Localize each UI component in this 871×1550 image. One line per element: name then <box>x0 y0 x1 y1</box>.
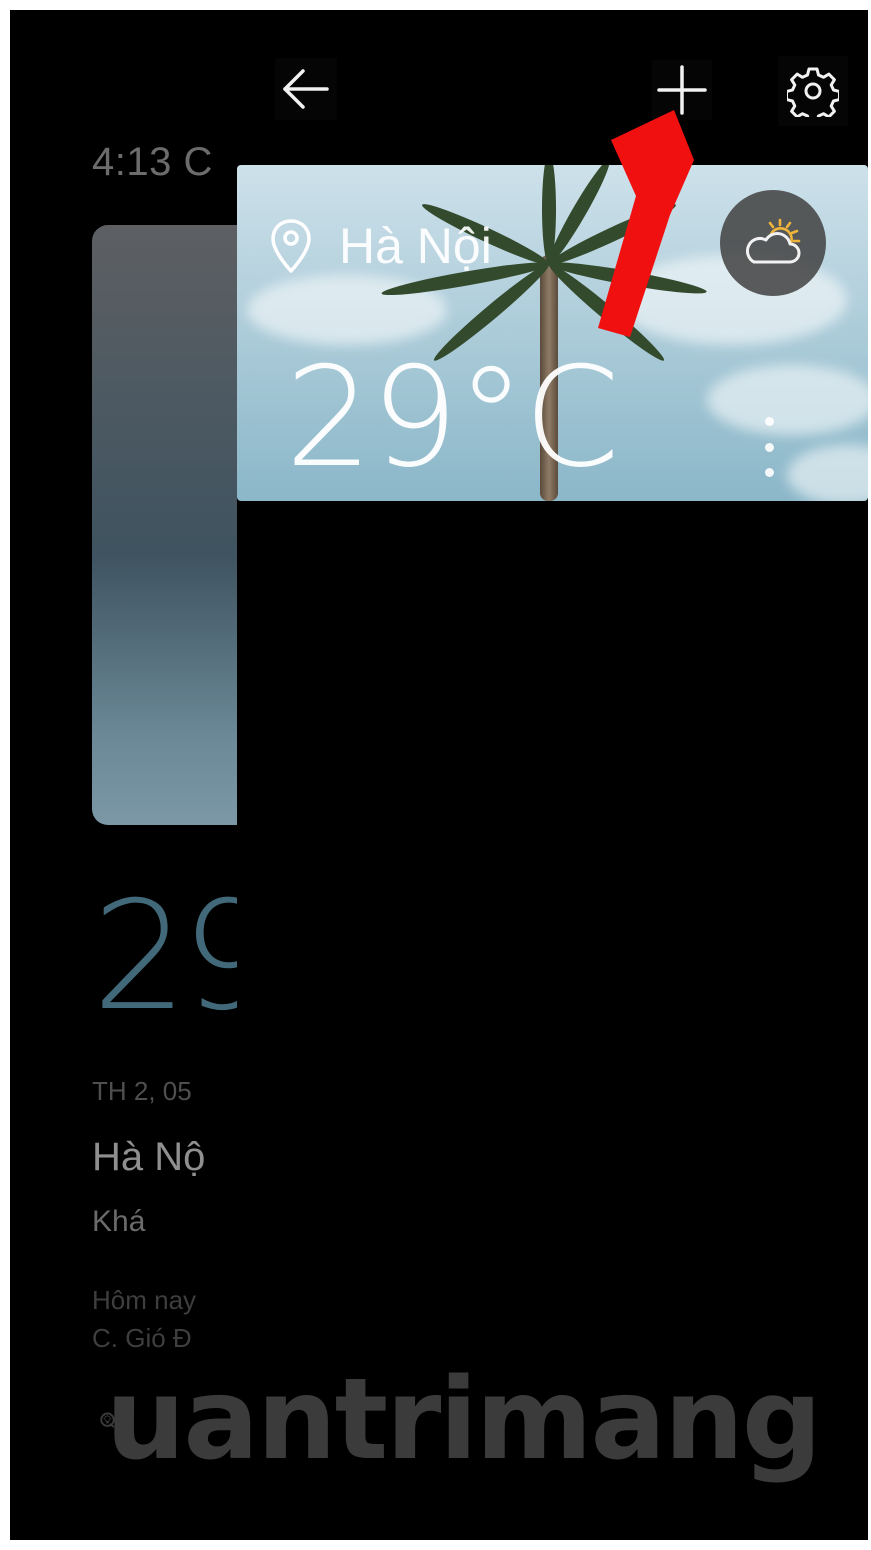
plus-icon <box>657 65 707 115</box>
card-temperature: 29°C <box>285 337 620 498</box>
watermark-text: uantrimang <box>105 1355 822 1485</box>
more-vertical-icon-dot <box>764 468 774 477</box>
main-condition: Khá <box>92 1205 146 1238</box>
more-vertical-icon-dot <box>764 442 774 452</box>
card-cloud <box>707 365 868 435</box>
main-description-line1: Hôm nay <box>92 1285 197 1315</box>
card-location-row: Hà Nội <box>269 217 492 275</box>
city-weather-card[interactable]: Hà Nội 29°C <box>237 165 868 501</box>
card-cloud <box>787 445 868 501</box>
city-list-drawer: Hà Nội 29°C <box>237 10 868 1540</box>
gear-icon <box>787 67 839 117</box>
location-pin-icon <box>271 219 311 273</box>
partly-cloudy-icon <box>745 218 801 264</box>
card-city-name: Hà Nội <box>339 218 492 274</box>
card-weather-condition-button[interactable] <box>720 190 826 296</box>
more-vertical-icon-dot <box>764 417 774 426</box>
card-more-button[interactable] <box>757 417 781 477</box>
app-screen: 4:13 C 29 TH 2, 05 Hà Nộ Khá Hôm nay C. … <box>10 10 868 1540</box>
main-city-name: Hà Nộ <box>92 1135 206 1179</box>
main-date: TH 2, 05 <box>92 1076 192 1106</box>
status-time: 4:13 C <box>92 140 213 184</box>
arrow-left-icon <box>283 69 329 109</box>
watermark: uantrimang <box>100 1345 822 1495</box>
settings-button[interactable] <box>778 56 848 126</box>
add-city-button[interactable] <box>652 60 712 120</box>
back-button[interactable] <box>275 58 337 120</box>
